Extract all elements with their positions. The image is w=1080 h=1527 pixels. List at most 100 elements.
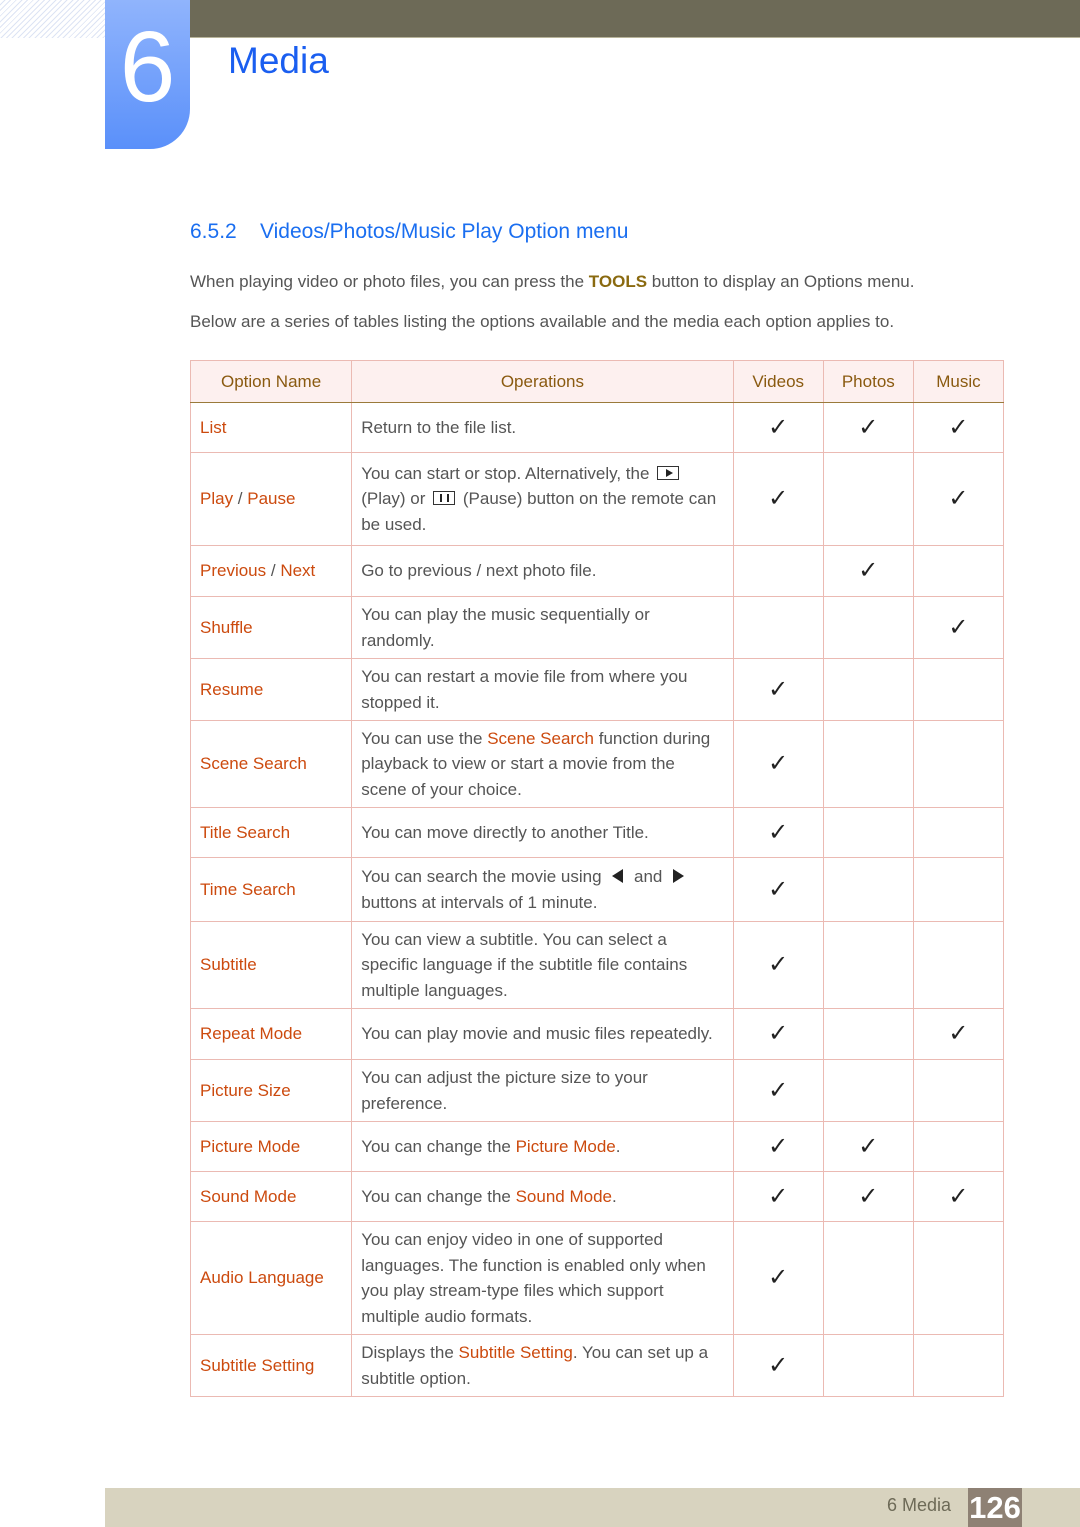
- text-segment: button to display an Options menu.: [647, 272, 915, 291]
- checkmark-icon: ✓: [948, 413, 969, 441]
- photos-cell: ✓: [822, 1171, 914, 1222]
- photos-cell: [822, 1221, 914, 1335]
- text-segment: .: [615, 1136, 621, 1156]
- option-name: Sound Mode: [189, 1171, 353, 1222]
- checkmark-icon: ✓: [768, 818, 789, 846]
- table-row: Audio Language You can enjoy video in one…: [189, 1221, 1005, 1335]
- photos-cell: [822, 807, 914, 858]
- header-bar: [190, 0, 1080, 38]
- photos-cell: ✓: [822, 402, 914, 453]
- table-header-row: Option Name Operations Videos Photos Mus…: [189, 360, 1005, 403]
- text-segment: You can adjust the picture size to your …: [361, 1068, 648, 1113]
- music-cell: [912, 1059, 1005, 1122]
- checkmark-icon: ✓: [948, 1182, 969, 1210]
- table-row: Resume You can restart a movie file from …: [189, 658, 1005, 721]
- header-hatch-decoration: [0, 0, 105, 38]
- text-segment: Scene Search: [200, 754, 307, 774]
- videos-cell: ✓: [732, 1121, 824, 1172]
- checkmark-icon: ✓: [948, 613, 969, 641]
- text-segment: Previous: [200, 561, 267, 581]
- table-row: List Return to the file list. ✓ ✓ ✓: [189, 402, 1005, 453]
- text-segment: buttons at intervals of 1 minute.: [361, 892, 598, 912]
- table-row: Previous / Next Go to previous / next pho…: [189, 545, 1005, 597]
- operation-description: Displays the Subtitle Setting. You can s…: [351, 1334, 734, 1397]
- operation-description: You can enjoy video in one of supported …: [351, 1221, 734, 1335]
- checkmark-icon: ✓: [948, 1020, 969, 1048]
- checkmark-icon: ✓: [768, 485, 789, 513]
- music-cell: [912, 1334, 1005, 1397]
- chapter-number-badge: 6: [105, 0, 190, 149]
- option-name: Title Search: [189, 807, 353, 858]
- videos-cell: ✓: [732, 658, 824, 721]
- photos-cell: ✓: [822, 1121, 914, 1172]
- checkmark-icon: ✓: [768, 1264, 789, 1292]
- text-segment: Picture Mode: [200, 1136, 301, 1156]
- table-row: Repeat Mode You can play movie and music …: [189, 1008, 1005, 1060]
- options-table: Option Name Operations Videos Photos Mus…: [189, 360, 1005, 1397]
- table-row: Picture Size You can adjust the picture s…: [189, 1059, 1005, 1122]
- option-name: Subtitle: [189, 921, 353, 1009]
- photos-cell: [822, 1008, 914, 1060]
- text-segment: Picture Size: [200, 1080, 291, 1100]
- music-cell: [912, 857, 1005, 922]
- text-segment: You can play movie and music files repea…: [361, 1024, 713, 1044]
- bold-term: TOOLS: [588, 272, 648, 291]
- table-row: Play / Pause You can start or stop. Alter…: [189, 452, 1005, 546]
- videos-cell: ✓: [732, 807, 824, 858]
- footer-chapter-label: 6 Media: [886, 1495, 951, 1515]
- photos-cell: [822, 452, 914, 546]
- text-segment: (Play) or: [361, 489, 431, 509]
- photos-cell: [822, 921, 914, 1009]
- text-segment: Time Search: [200, 879, 296, 899]
- header-option-name: Option Name: [189, 360, 353, 403]
- videos-cell: [732, 545, 824, 597]
- table-row: Time Search You can search the movie usin…: [189, 857, 1005, 922]
- option-name: Previous / Next: [189, 545, 353, 597]
- text-segment: You can play the music sequentially or r…: [361, 605, 650, 650]
- intro-paragraph: Below are a series of tables listing the…: [190, 312, 894, 332]
- music-cell: [912, 921, 1005, 1009]
- operation-description: You can search the movie using and butto…: [351, 857, 734, 922]
- operation-description: You can start or stop. Alternatively, th…: [351, 452, 734, 546]
- text-segment: Displays the: [361, 1343, 459, 1362]
- checkmark-icon: ✓: [768, 1351, 789, 1379]
- option-name: Repeat Mode: [189, 1008, 353, 1060]
- text-segment: You can change the: [361, 1186, 516, 1206]
- videos-cell: ✓: [732, 1008, 824, 1060]
- table-row: Title Search You can move directly to ano…: [189, 807, 1005, 858]
- table-row: Sound Mode You can change the Sound Mode.…: [189, 1171, 1005, 1222]
- checkmark-icon: ✓: [858, 1182, 879, 1210]
- text-segment: List: [200, 417, 227, 437]
- photos-cell: [822, 658, 914, 721]
- text-segment: Subtitle: [200, 955, 257, 975]
- intro-paragraph: When playing video or photo files, you c…: [190, 272, 915, 292]
- text-segment: Resume: [200, 679, 264, 699]
- videos-cell: ✓: [732, 1059, 824, 1122]
- section-heading: 6.5.2 Videos/Photos/Music Play Option men…: [190, 220, 628, 244]
- checkmark-icon: ✓: [768, 875, 789, 903]
- text-segment: /: [233, 489, 248, 509]
- videos-cell: ✓: [732, 720, 824, 808]
- music-cell: [912, 720, 1005, 808]
- text-segment: You can start or stop. Alternatively, th…: [361, 463, 655, 483]
- music-cell: ✓: [912, 596, 1005, 659]
- checkmark-icon: ✓: [948, 485, 969, 513]
- operation-description: You can move directly to another Title.: [351, 807, 734, 858]
- photos-cell: [822, 1334, 914, 1397]
- left-arrow-icon: [612, 869, 624, 883]
- text-segment: Title Search: [200, 822, 291, 842]
- table-row: Picture Mode You can change the Picture M…: [189, 1121, 1005, 1172]
- highlighted-term: Subtitle Setting: [458, 1343, 573, 1362]
- option-name: Subtitle Setting: [189, 1334, 353, 1397]
- highlighted-term: Picture Mode: [515, 1136, 616, 1156]
- text-segment: You can move directly to another Title.: [361, 822, 649, 842]
- text-segment: Sound Mode: [200, 1186, 297, 1206]
- videos-cell: ✓: [732, 1171, 824, 1222]
- checkmark-icon: ✓: [768, 1020, 789, 1048]
- videos-cell: ✓: [732, 452, 824, 546]
- option-name: Resume: [189, 658, 353, 721]
- photos-cell: [822, 1059, 914, 1122]
- music-cell: [912, 658, 1005, 721]
- header-operations: Operations: [351, 360, 734, 403]
- text-segment: Audio Language: [200, 1268, 324, 1288]
